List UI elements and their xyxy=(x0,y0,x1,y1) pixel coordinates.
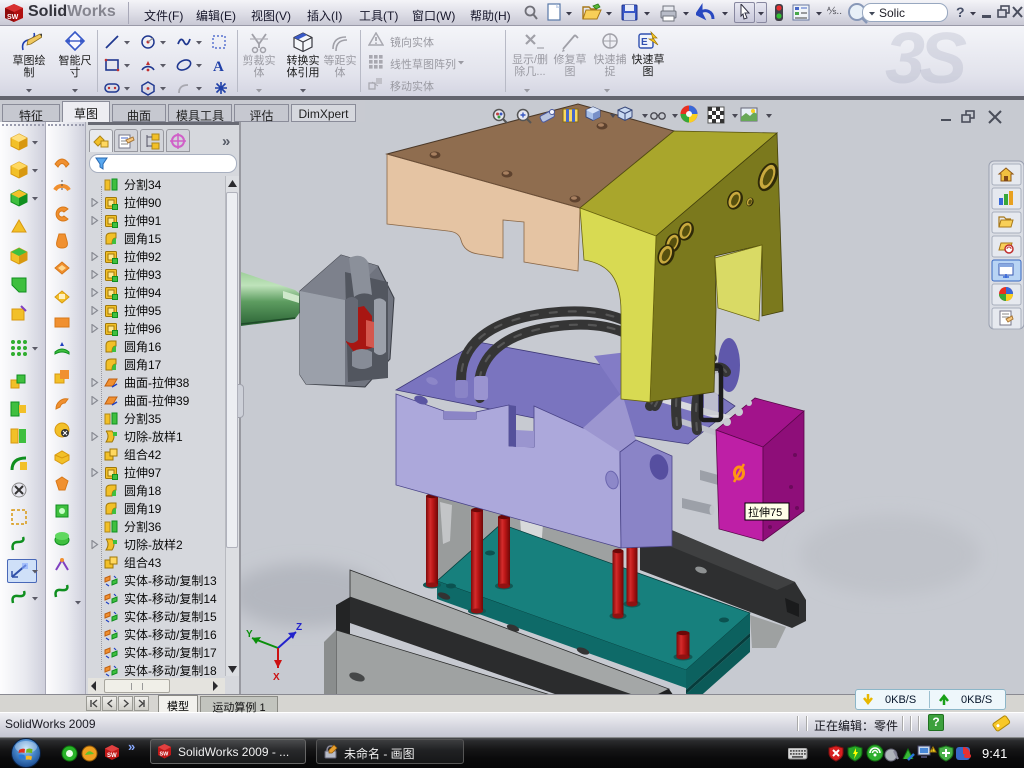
svg-text:Y: Y xyxy=(246,629,253,640)
svg-text:!: ! xyxy=(932,748,933,754)
svg-text:拉伸75: 拉伸75 xyxy=(748,505,782,519)
svg-text:SW: SW xyxy=(160,752,170,758)
svg-text:SW: SW xyxy=(107,753,117,759)
svg-text:E: E xyxy=(641,37,648,48)
svg-text:A: A xyxy=(213,59,224,73)
svg-text:SW: SW xyxy=(7,14,19,21)
svg-text:Z: Z xyxy=(296,622,302,633)
svg-text:X: X xyxy=(273,672,280,683)
